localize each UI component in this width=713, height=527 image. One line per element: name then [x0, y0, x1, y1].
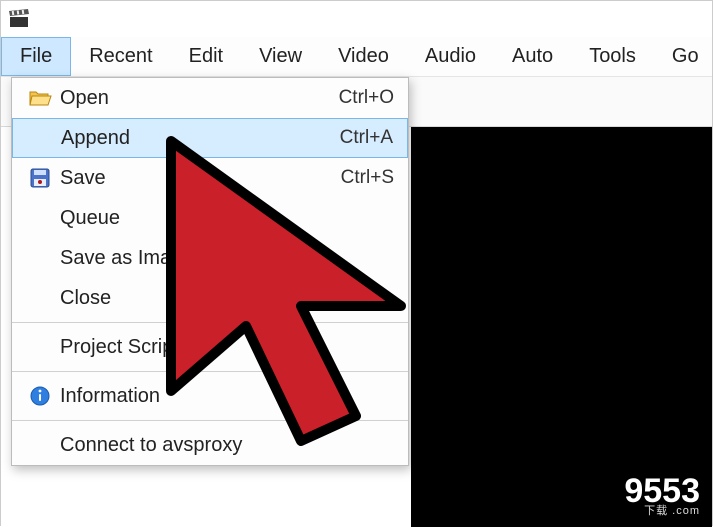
- menu-label: View: [259, 45, 302, 68]
- menu-recent[interactable]: Recent: [71, 37, 170, 76]
- menubar: File Recent Edit View Video Audio Auto T…: [1, 37, 712, 77]
- menu-item-label: Append: [61, 127, 340, 150]
- menu-item-information[interactable]: Information: [12, 376, 408, 416]
- menu-view[interactable]: View: [241, 37, 320, 76]
- info-icon: [20, 386, 60, 406]
- menu-item-shortcut: Ctrl+O: [339, 87, 394, 109]
- menu-item-label: Project Script: [60, 336, 394, 359]
- video-preview-pane: [411, 127, 712, 527]
- menu-separator: [12, 322, 408, 323]
- menu-label: Video: [338, 45, 389, 68]
- menu-item-append[interactable]: Append Ctrl+A: [12, 118, 408, 158]
- menu-video[interactable]: Video: [320, 37, 407, 76]
- folder-open-icon: [20, 89, 60, 107]
- watermark: 9553 下载 .com: [624, 474, 700, 517]
- menu-item-save[interactable]: Save Ctrl+S: [12, 158, 408, 198]
- menu-item-label: Close: [60, 287, 394, 310]
- app-clapperboard-icon: [9, 9, 31, 29]
- menu-item-label: Save: [60, 167, 341, 190]
- menu-item-shortcut: Ctrl+S: [341, 167, 394, 189]
- menu-label: Edit: [189, 45, 223, 68]
- save-disk-icon: [20, 168, 60, 188]
- menu-separator: [12, 371, 408, 372]
- menu-edit[interactable]: Edit: [171, 37, 241, 76]
- menu-item-label: Queue: [60, 207, 394, 230]
- menu-label: Audio: [425, 45, 476, 68]
- menu-tools[interactable]: Tools: [571, 37, 654, 76]
- menu-item-shortcut: Ctrl+A: [340, 127, 393, 149]
- titlebar: [1, 1, 712, 37]
- menu-item-label: Information: [60, 385, 394, 408]
- menu-auto[interactable]: Auto: [494, 37, 571, 76]
- menu-separator: [12, 420, 408, 421]
- watermark-subtext: 下载 .com: [624, 506, 700, 517]
- menu-item-connect-avsproxy[interactable]: Connect to avsproxy: [12, 425, 408, 465]
- file-dropdown-menu: Open Ctrl+O Append Ctrl+A Save Ctrl+S Qu…: [11, 77, 409, 466]
- menu-item-project-script[interactable]: Project Script: [12, 327, 408, 367]
- menu-label: Tools: [589, 45, 636, 68]
- menu-item-label: Save as Image: [60, 247, 394, 270]
- menu-label: File: [20, 45, 52, 68]
- menu-label: Recent: [89, 45, 152, 68]
- menu-audio[interactable]: Audio: [407, 37, 494, 76]
- menu-item-save-as-image[interactable]: Save as Image: [12, 238, 408, 278]
- menu-item-queue[interactable]: Queue: [12, 198, 408, 238]
- menu-item-label: Connect to avsproxy: [60, 434, 394, 457]
- menu-label: Auto: [512, 45, 553, 68]
- menu-label: Go: [672, 45, 699, 68]
- menu-item-label: Open: [60, 87, 339, 110]
- menu-item-close[interactable]: Close: [12, 278, 408, 318]
- menu-go[interactable]: Go: [654, 37, 713, 76]
- menu-file[interactable]: File: [1, 37, 71, 76]
- menu-item-open[interactable]: Open Ctrl+O: [12, 78, 408, 118]
